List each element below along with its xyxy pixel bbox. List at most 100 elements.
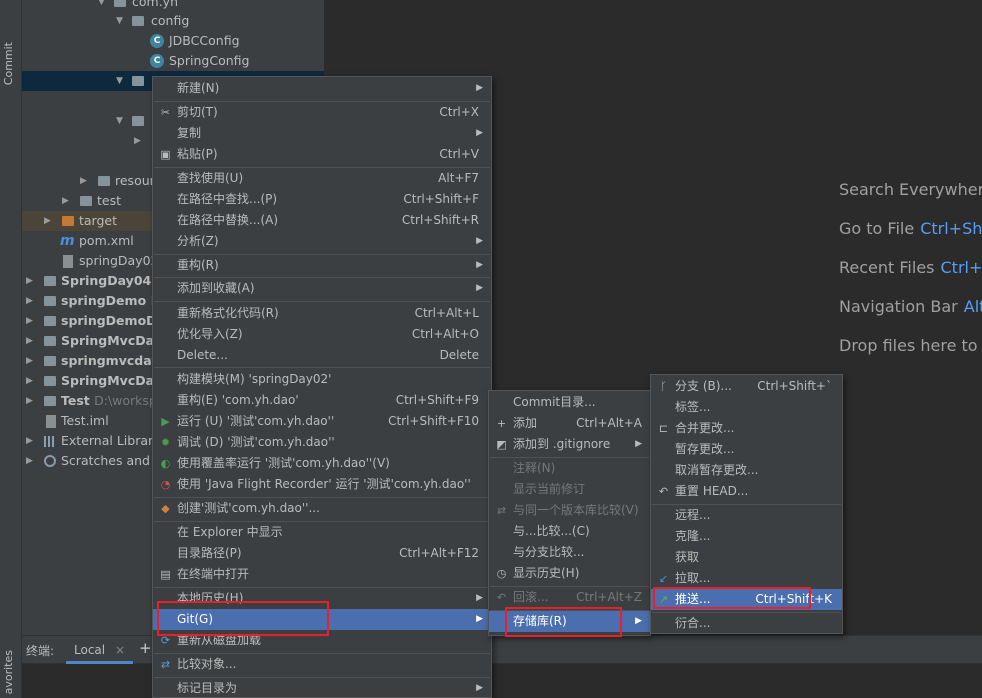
scissors-icon: ✂: [160, 106, 171, 119]
tree-collapse-icon[interactable]: ▶: [26, 331, 36, 351]
menu-item-find-in-path[interactable]: 在路径中查找...(P) Ctrl+Shift+F: [153, 189, 491, 210]
tree-row-label: JDBCConfig: [169, 33, 240, 48]
menu-item-show-history[interactable]: ◷ 显示历史(H): [489, 563, 650, 584]
terminal-title: 终端:: [26, 644, 55, 658]
tree-collapse-icon[interactable]: ▶: [26, 351, 36, 371]
tree-collapse-icon[interactable]: ▶: [26, 431, 36, 451]
create-config-icon: ◆: [161, 502, 170, 515]
menu-item-show-current-revision[interactable]: 显示当前修订: [489, 479, 650, 500]
tree-collapse-icon[interactable]: ▶: [26, 371, 36, 391]
terminal-icon: ▤: [160, 568, 171, 581]
close-icon[interactable]: ×: [115, 643, 125, 657]
menu-item-unstash-changes[interactable]: 取消暂存更改...: [651, 460, 842, 481]
tree-collapse-icon[interactable]: ▶: [26, 451, 36, 471]
menu-item-run-tests[interactable]: ▶ 运行 (U) '测试'com.yh.dao'' Ctrl+Shift+F10: [153, 411, 491, 432]
menu-item-compare-with-revision[interactable]: 与...比较...(C): [489, 521, 650, 542]
menu-item-copy[interactable]: 复制 ▶: [153, 123, 491, 144]
menu-item-analyze[interactable]: 分析(Z) ▶: [153, 231, 491, 252]
menu-item-show-in-explorer[interactable]: 在 Explorer 中显示: [153, 522, 491, 543]
menu-item-open-in-terminal[interactable]: ▤ 在终端中打开: [153, 564, 491, 585]
tree-collapse-icon[interactable]: ▶: [134, 131, 144, 151]
module-icon: [44, 336, 56, 346]
menu-item-reset-head[interactable]: ↶ 重置 HEAD...: [651, 481, 842, 502]
branch-icon: ᚴ: [660, 380, 667, 393]
tree-row-label: Test: [61, 393, 90, 408]
menu-item-debug-tests[interactable]: ✹ 调试 (D) '测试'com.yh.dao'': [153, 432, 491, 453]
menu-item-run-with-coverage[interactable]: ◐ 使用覆盖率运行 '测试'com.yh.dao''(V): [153, 453, 491, 474]
menu-item-compare-same-repo[interactable]: ⇄ 与同一个版本库比较(V): [489, 500, 650, 521]
menu-item-delete[interactable]: Delete... Delete: [153, 345, 491, 366]
tree-collapse-icon[interactable]: ▶: [26, 271, 36, 291]
menu-item-add-to-favorites[interactable]: 添加到收藏(A) ▶: [153, 278, 491, 299]
terminal-tab-local[interactable]: Local ×: [66, 636, 133, 664]
add-icon[interactable]: +: [139, 639, 152, 657]
menu-item-commit-directory[interactable]: Commit目录...: [489, 392, 650, 413]
tree-collapse-icon[interactable]: ▶: [26, 311, 36, 331]
menu-item-run-flight-recorder[interactable]: ◔ 使用 'Java Flight Recorder' 运行 '测试'com.yh…: [153, 474, 491, 495]
menu-item-merge-changes[interactable]: ⊏ 合并更改...: [651, 418, 842, 439]
menu-item-clone[interactable]: 克隆...: [651, 526, 842, 547]
menu-item-refactor[interactable]: 重构(R) ▶: [153, 255, 491, 276]
menu-item-optimize-imports[interactable]: 优化导入(Z) Ctrl+Alt+O: [153, 324, 491, 345]
tree-collapse-icon[interactable]: ▶: [26, 291, 36, 311]
tree-collapse-icon[interactable]: ▶: [80, 171, 90, 191]
menu-item-add-to-gitignore[interactable]: ◩ 添加到 .gitignore ▶: [489, 434, 650, 455]
menu-item-rollback[interactable]: ↶ 回滚... Ctrl+Alt+Z: [489, 587, 650, 608]
maven-icon: m: [60, 233, 75, 249]
repository-submenu: ᚴ 分支 (B)... Ctrl+Shift+` 标签... ⊏ 合并更改... 暂存…: [650, 374, 843, 634]
menu-item-compare-with-branch[interactable]: 与分支比较...: [489, 542, 650, 563]
menu-item-directory-path[interactable]: 目录路径(P) Ctrl+Alt+F12: [153, 543, 491, 564]
submenu-arrow-icon: ▶: [635, 439, 642, 449]
submenu-arrow-icon: ▶: [635, 616, 642, 626]
menu-item-rebuild[interactable]: 重构(E) 'com.yh.dao' Ctrl+Shift+F9: [153, 390, 491, 411]
menu-item-new[interactable]: 新建(N) ▶: [153, 78, 491, 99]
tree-row-label: External Librarie: [61, 433, 165, 448]
menu-item-find-usages[interactable]: 查找使用(U) Alt+F7: [153, 168, 491, 189]
menu-item-compare-with[interactable]: ⇄ 比较对象...: [153, 654, 491, 675]
menu-item-local-history[interactable]: 本地历史(H) ▶: [153, 588, 491, 609]
menu-item-fetch[interactable]: 获取: [651, 547, 842, 568]
favorites-tool-tab[interactable]: avorites: [2, 650, 15, 694]
menu-item-reload-from-disk[interactable]: ⟳ 重新从磁盘加载: [153, 630, 491, 651]
tree-row-label: SpringMvcDay: [61, 333, 162, 348]
tree-expand-icon[interactable]: ▼: [116, 11, 126, 31]
menu-item-pull[interactable]: ↙ 拉取...: [651, 568, 842, 589]
tree-row[interactable]: ▼ config: [22, 11, 324, 31]
menu-item-cut[interactable]: ✂ 剪切(T) Ctrl+X: [153, 102, 491, 123]
menu-item-replace-in-path[interactable]: 在路径中替换...(A) Ctrl+Shift+R: [153, 210, 491, 231]
package-icon: [114, 0, 126, 7]
undo-icon: ↶: [658, 485, 669, 498]
tree-row-label: SpringDay04: [61, 273, 152, 288]
tree-collapse-icon[interactable]: ▶: [44, 211, 54, 231]
module-icon: [44, 356, 56, 366]
menu-item-mark-directory-as[interactable]: 标记目录为 ▶: [153, 678, 491, 698]
menu-item-tag[interactable]: 标签...: [651, 397, 842, 418]
menu-item-branches[interactable]: ᚴ 分支 (B)... Ctrl+Shift+`: [651, 376, 842, 397]
tree-row[interactable]: C SpringConfig: [22, 51, 324, 71]
menu-item-paste[interactable]: ▣ 粘贴(P) Ctrl+V: [153, 144, 491, 165]
commit-tool-tab[interactable]: Commit: [2, 42, 15, 85]
submenu-arrow-icon: ▶: [476, 683, 483, 693]
package-icon: [132, 76, 144, 86]
menu-item-remotes[interactable]: 远程...: [651, 505, 842, 526]
menu-item-stash-changes[interactable]: 暂存更改...: [651, 439, 842, 460]
tree-collapse-icon[interactable]: ▶: [26, 391, 36, 411]
tree-collapse-icon[interactable]: ▶: [62, 191, 72, 211]
menu-item-build-module[interactable]: 构建模块(M) 'springDay02': [153, 369, 491, 390]
menu-item-reformat-code[interactable]: 重新格式化代码(R) Ctrl+Alt+L: [153, 303, 491, 324]
menu-item-annotate[interactable]: 注释(N): [489, 458, 650, 479]
menu-item-create-test-config[interactable]: ◆ 创建'测试'com.yh.dao''...: [153, 498, 491, 519]
debug-bug-icon: ✹: [160, 436, 171, 449]
submenu-arrow-icon: ▶: [476, 236, 483, 246]
left-tool-strip: Commit avorites: [0, 0, 22, 698]
menu-item-git-add[interactable]: + 添加 Ctrl+Alt+A: [489, 413, 650, 434]
menu-item-repository[interactable]: 存储库(R) ▶: [489, 611, 650, 632]
tree-expand-icon[interactable]: ▼: [116, 71, 126, 91]
folder-icon: [80, 196, 92, 206]
tree-expand-icon[interactable]: ▼: [116, 111, 126, 131]
class-icon: C: [150, 34, 164, 48]
menu-item-git[interactable]: Git(G) ▶: [153, 609, 491, 630]
menu-item-push[interactable]: ↗ 推送... Ctrl+Shift+K: [651, 589, 842, 610]
menu-item-rebase[interactable]: 衍合...: [651, 613, 842, 634]
tree-row[interactable]: C JDBCConfig: [22, 31, 324, 51]
